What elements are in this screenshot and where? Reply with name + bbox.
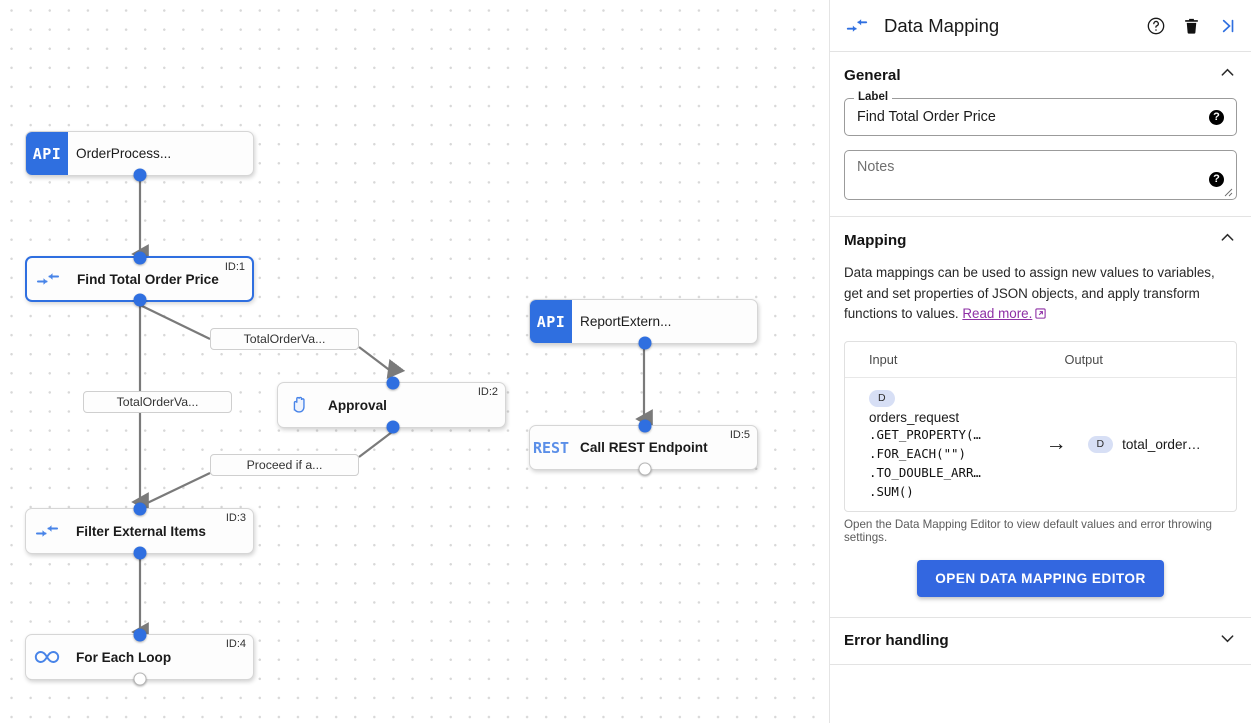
mapping-table: Input Output D orders_request .GET_PROPE… — [844, 341, 1237, 512]
mapping-hint: Open the Data Mapping Editor to view def… — [844, 518, 1237, 544]
mapping-output-cell: D total_order… — [1084, 436, 1236, 453]
node-id: ID:4 — [226, 638, 246, 650]
resize-grip-icon[interactable] — [1223, 187, 1233, 197]
input-type-chip: D — [869, 390, 895, 407]
column-header-input: Input — [845, 352, 1041, 367]
section-mapping-header[interactable]: Mapping — [844, 217, 1237, 263]
connector-wires — [0, 0, 830, 723]
input-variable-name: orders_request — [869, 410, 1029, 425]
node-input-port[interactable] — [387, 377, 400, 390]
edge-label[interactable]: TotalOrderVa... — [83, 391, 232, 413]
node-order-process[interactable]: API OrderProcess... — [25, 131, 254, 176]
node-output-port[interactable] — [133, 673, 146, 686]
node-label: ReportExtern... — [572, 314, 671, 329]
notes-field-placeholder: Notes — [857, 159, 1209, 199]
node-label: Approval — [320, 398, 387, 413]
panel-header: Data Mapping — [830, 0, 1251, 52]
node-output-port[interactable] — [639, 463, 652, 476]
input-code-line: .SUM() — [869, 484, 914, 499]
node-id: ID:5 — [730, 429, 750, 441]
node-input-port[interactable] — [133, 252, 146, 265]
node-output-port[interactable] — [133, 294, 146, 307]
node-label: Filter External Items — [68, 524, 206, 539]
node-approval[interactable]: Approval ID:2 — [277, 382, 506, 428]
mapping-input-cell: D orders_request .GET_PROPERTY(… .FOR_EA… — [845, 378, 1029, 511]
section-title: Mapping — [844, 232, 906, 249]
rest-badge-icon: REST — [530, 426, 572, 469]
chevron-up-icon[interactable] — [1218, 228, 1237, 252]
label-field-value: Find Total Order Price — [857, 109, 1209, 125]
read-more-link[interactable]: Read more. — [962, 306, 1032, 321]
edge-label[interactable]: Proceed if a... — [210, 454, 359, 476]
input-code-line: .TO_DOUBLE_ARR… — [869, 465, 981, 480]
help-circle-icon[interactable] — [1146, 16, 1166, 36]
help-icon[interactable]: ? — [1209, 172, 1224, 187]
trash-icon[interactable] — [1182, 16, 1201, 36]
panel-title: Data Mapping — [884, 15, 1146, 37]
section-title: General — [844, 67, 901, 84]
section-title: Error handling — [844, 632, 949, 649]
data-mapping-icon — [27, 258, 69, 300]
node-label: Find Total Order Price — [69, 272, 219, 287]
collapse-panel-icon[interactable] — [1217, 16, 1237, 36]
node-input-port[interactable] — [133, 503, 146, 516]
mapping-arrow-icon: → — [1029, 432, 1084, 456]
node-id: ID:2 — [478, 386, 498, 398]
node-input-port[interactable] — [639, 420, 652, 433]
workflow-canvas[interactable]: API OrderProcess... Find Total Order Pri… — [0, 0, 830, 723]
column-header-output: Output — [1041, 352, 1237, 367]
node-output-port[interactable] — [133, 547, 146, 560]
node-report-extern[interactable]: API ReportExtern... — [529, 299, 758, 344]
node-output-port[interactable] — [639, 337, 652, 350]
open-data-mapping-editor-button[interactable]: OPEN DATA MAPPING EDITOR — [917, 560, 1163, 597]
output-type-chip: D — [1088, 436, 1114, 453]
label-field[interactable]: Label Find Total Order Price ? — [844, 98, 1237, 136]
node-for-each-loop[interactable]: For Each Loop ID:4 — [25, 634, 254, 680]
mapping-description: Data mappings can be used to assign new … — [844, 263, 1237, 327]
infinity-loop-icon — [26, 635, 68, 679]
data-mapping-icon — [844, 17, 870, 34]
node-filter-external-items[interactable]: Filter External Items ID:3 — [25, 508, 254, 554]
node-label: Call REST Endpoint — [572, 440, 708, 455]
api-badge-icon: API — [530, 300, 572, 343]
input-code-line: .GET_PROPERTY(… — [869, 427, 981, 442]
node-label: For Each Loop — [68, 650, 171, 665]
section-general-header[interactable]: General — [844, 52, 1237, 98]
chevron-up-icon[interactable] — [1218, 63, 1237, 87]
node-find-total-order-price[interactable]: Find Total Order Price ID:1 — [25, 256, 254, 302]
node-call-rest-endpoint[interactable]: REST Call REST Endpoint ID:5 — [529, 425, 758, 470]
mapping-table-header: Input Output — [845, 342, 1236, 378]
node-label: OrderProcess... — [68, 146, 171, 161]
node-id: ID:1 — [225, 261, 245, 273]
chevron-down-icon[interactable] — [1218, 629, 1237, 653]
data-mapping-icon — [26, 509, 68, 553]
external-link-icon[interactable] — [1034, 306, 1047, 327]
notes-field[interactable]: Notes ? — [844, 150, 1237, 200]
section-error-handling: Error handling — [830, 618, 1251, 665]
input-code-line: .FOR_EACH("") — [869, 446, 966, 461]
section-mapping: Mapping Data mappings can be used to ass… — [830, 217, 1251, 618]
help-icon[interactable]: ? — [1209, 110, 1224, 125]
api-badge-icon: API — [26, 132, 68, 175]
section-error-handling-header[interactable]: Error handling — [844, 618, 1237, 664]
node-id: ID:3 — [226, 512, 246, 524]
section-general: General Label Find Total Order Price ? N… — [830, 52, 1251, 217]
label-field-legend: Label — [854, 91, 892, 103]
node-output-port[interactable] — [133, 169, 146, 182]
mapping-table-row[interactable]: D orders_request .GET_PROPERTY(… .FOR_EA… — [845, 378, 1236, 511]
hand-icon — [278, 383, 320, 427]
properties-panel: Data Mapping — [830, 0, 1251, 723]
edge-label[interactable]: TotalOrderVa... — [210, 328, 359, 350]
node-output-port[interactable] — [387, 421, 400, 434]
output-variable-name: total_order… — [1122, 437, 1201, 452]
node-input-port[interactable] — [133, 629, 146, 642]
